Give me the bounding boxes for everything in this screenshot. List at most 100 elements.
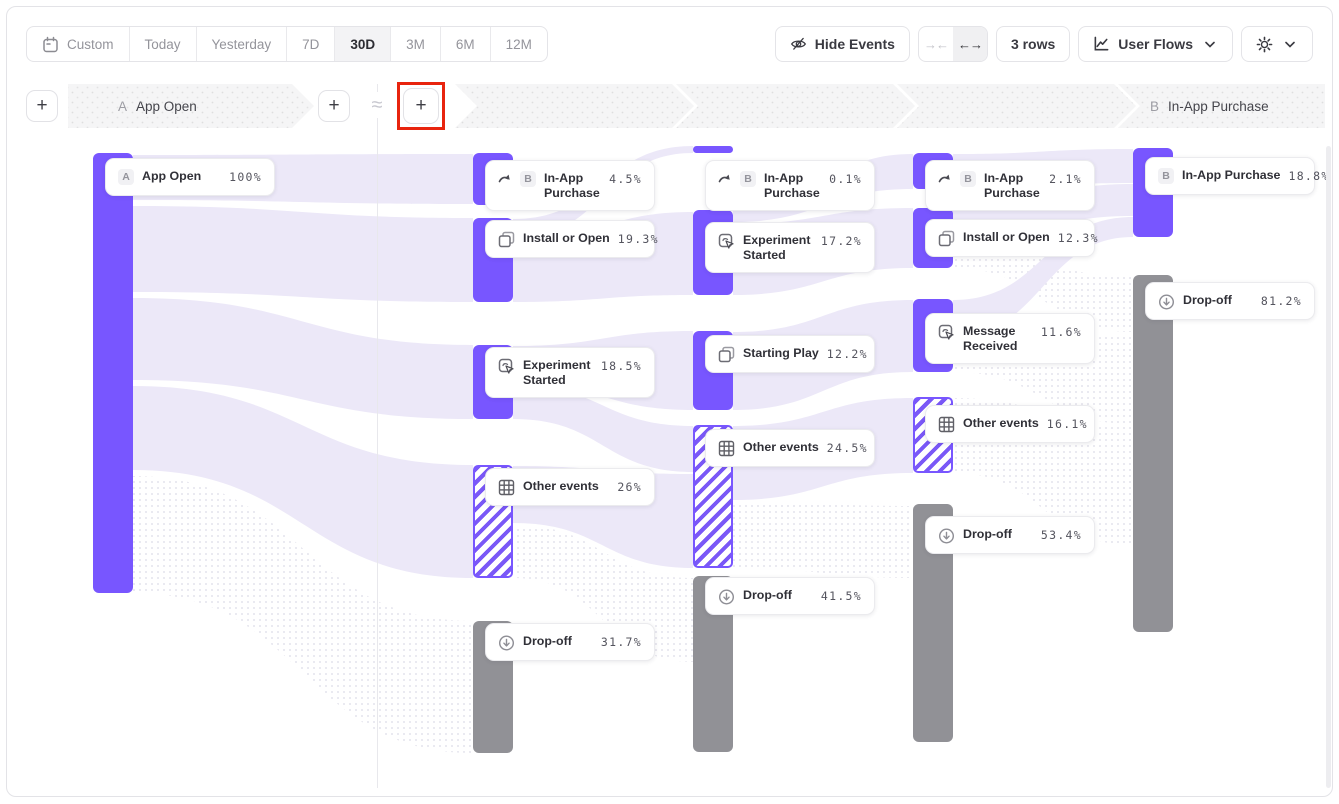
grid-icon: [498, 479, 515, 496]
node-percentage: 81.2%: [1261, 293, 1302, 309]
add-step-middle-button[interactable]: +: [403, 88, 439, 124]
step-a-badge: A: [118, 99, 127, 114]
node-label: Other events: [963, 416, 1039, 431]
node-percentage: 12.3%: [1058, 230, 1099, 246]
event-badge: A: [118, 169, 134, 185]
event-badge: B: [960, 171, 976, 187]
flow-node-card[interactable]: Install or Open19.3%: [485, 220, 655, 258]
vertical-scrollbar[interactable]: [1326, 146, 1331, 788]
node-label: Drop-off: [743, 588, 792, 603]
flow-node-card[interactable]: Drop-off31.7%: [485, 623, 655, 661]
node-percentage: 24.5%: [827, 440, 868, 456]
add-step-after-a-button[interactable]: +: [318, 90, 350, 122]
hide-events-button[interactable]: Hide Events: [775, 26, 910, 62]
node-percentage: 2.1%: [1049, 171, 1082, 187]
node-percentage: 16.1%: [1047, 416, 1088, 432]
flow-node-card[interactable]: Drop-off 41.5%: [705, 577, 875, 615]
settings-button[interactable]: [1241, 26, 1313, 62]
node-percentage: 41.5%: [821, 588, 862, 604]
flow-ribbon: [133, 206, 473, 302]
date-range-7d[interactable]: 7D: [286, 27, 334, 61]
eye-off-icon: [790, 36, 807, 53]
node-label: Experiment Started: [523, 358, 593, 388]
dropoff-icon: [1158, 293, 1175, 310]
flow-bar-anchor[interactable]: [693, 146, 733, 153]
step-band-2[interactable]: [455, 84, 694, 128]
grid-icon: [718, 440, 735, 457]
chevron-down-icon: [1201, 36, 1218, 53]
date-range-today[interactable]: Today: [129, 27, 196, 61]
date-range-30d[interactable]: 30D: [334, 27, 390, 61]
step-a-label: A App Open: [118, 84, 197, 128]
node-percentage: 18.8%: [1288, 168, 1329, 184]
date-range-custom[interactable]: Custom: [27, 27, 129, 61]
rows-label: 3 rows: [1011, 36, 1055, 52]
dropoff-icon: [498, 634, 515, 651]
expand-columns-button[interactable]: ←→: [953, 27, 987, 61]
click-event-icon: [938, 324, 955, 341]
step-band-3[interactable]: [676, 84, 915, 128]
grid-icon: [938, 416, 955, 433]
node-label: Message Received: [963, 324, 1033, 354]
node-label: Experiment Started: [743, 233, 813, 263]
node-percentage: 4.5%: [609, 171, 642, 187]
flow-node-card[interactable]: Other events26%: [485, 468, 655, 506]
toolbar-right: Hide Events →← ←→ 3 rows User Flows: [775, 26, 1313, 62]
date-range-3m[interactable]: 3M: [390, 27, 440, 61]
dropoff-icon: [938, 527, 955, 544]
flow-node-card[interactable]: Other events 16.1%: [925, 405, 1095, 443]
add-step-before-button[interactable]: +: [26, 90, 58, 122]
node-percentage: 12.2%: [827, 346, 868, 362]
rows-button[interactable]: 3 rows: [996, 26, 1070, 62]
date-range-yesterday[interactable]: Yesterday: [196, 27, 287, 61]
node-label: Install or Open: [963, 230, 1050, 245]
node-percentage: 26%: [617, 479, 642, 495]
overlapping-squares-icon: [498, 231, 515, 248]
flow-node-card[interactable]: B In-App Purchase 2.1%: [925, 160, 1095, 211]
flow-node-card[interactable]: Starting Play 12.2%: [705, 335, 875, 373]
user-flows-report: CustomTodayYesterday7D30D3M6M12M Hide Ev…: [0, 0, 1339, 804]
node-label: Drop-off: [1183, 293, 1232, 308]
collapse-columns-button[interactable]: →←: [919, 27, 953, 61]
dropoff-ribbon: [733, 502, 913, 578]
flow-node-card[interactable]: Experiment Started18.5%: [485, 347, 655, 398]
overlapping-squares-icon: [718, 346, 735, 363]
flow-node-card[interactable]: Drop-off 53.4%: [925, 516, 1095, 554]
flow-node-card[interactable]: BIn-App Purchase18.8%: [1145, 157, 1315, 195]
flow-node-card[interactable]: Other events 24.5%: [705, 429, 875, 467]
flow-node-card[interactable]: Experiment Started 17.2%: [705, 222, 875, 273]
node-label: Other events: [743, 440, 819, 455]
flow-node-card[interactable]: Message Received11.6%: [925, 313, 1095, 364]
node-label: App Open: [142, 169, 201, 184]
step-b-badge: B: [1150, 99, 1159, 114]
node-percentage: 17.2%: [821, 233, 862, 249]
step-band-4[interactable]: [897, 84, 1136, 128]
node-percentage: 19.3%: [618, 231, 659, 247]
node-percentage: 100%: [229, 169, 262, 185]
node-label: In-App Purchase: [544, 171, 601, 201]
event-badge: B: [520, 171, 536, 187]
calendar-icon: [42, 36, 59, 53]
flow-node-card[interactable]: Install or Open12.3%: [925, 219, 1095, 257]
date-range-picker: CustomTodayYesterday7D30D3M6M12M: [26, 26, 548, 62]
node-percentage: 53.4%: [1041, 527, 1082, 543]
node-label: Drop-off: [963, 527, 1012, 542]
dropoff-icon: [718, 588, 735, 605]
node-label: Starting Play: [743, 346, 819, 361]
flow-node-card[interactable]: A App Open 100%: [105, 158, 275, 196]
date-range-12m[interactable]: 12M: [490, 27, 547, 61]
flow-node-card[interactable]: B In-App Purchase 4.5%: [485, 160, 655, 211]
flow-node-card[interactable]: Drop-off 81.2%: [1145, 282, 1315, 320]
trend-arrow-icon: [498, 171, 512, 186]
node-label: Install or Open: [523, 231, 610, 246]
flow-bar-dropoff[interactable]: [1133, 275, 1173, 632]
chevron-down-icon: [1281, 36, 1298, 53]
flow-node-card[interactable]: BIn-App Purchase0.1%: [705, 160, 875, 211]
user-flows-selector[interactable]: User Flows: [1078, 26, 1233, 62]
step-b-label: B In-App Purchase: [1150, 84, 1269, 128]
node-label: In-App Purchase: [984, 171, 1041, 201]
date-range-6m[interactable]: 6M: [440, 27, 490, 61]
flow-bar-anchor[interactable]: [93, 153, 133, 593]
trend-arrow-icon: [718, 171, 732, 186]
hide-events-label: Hide Events: [815, 36, 895, 52]
